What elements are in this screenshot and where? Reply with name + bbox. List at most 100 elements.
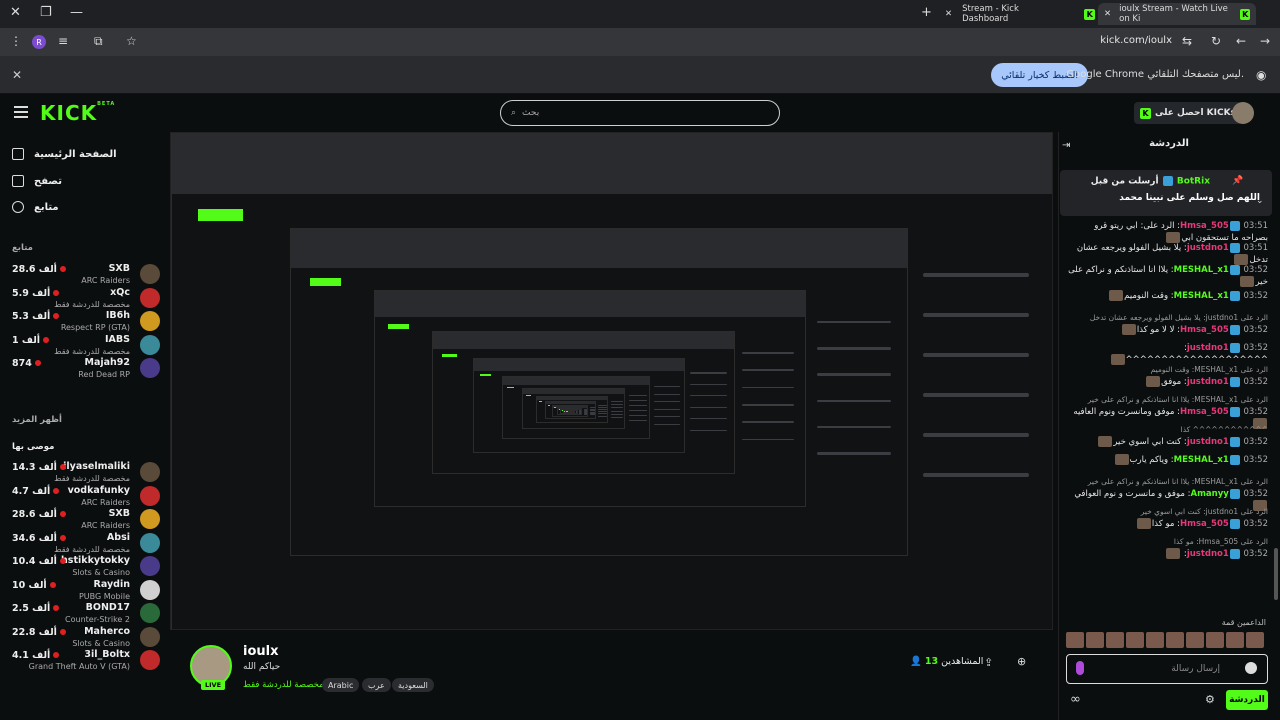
chevron-down-icon[interactable]: ⌄ [1256, 196, 1264, 206]
nested-browser-bar [172, 134, 1052, 194]
nav-browse[interactable]: تصفح [12, 175, 62, 187]
message-user: Hmsa_505 [1180, 519, 1229, 529]
user-badge-icon [1229, 406, 1240, 417]
channel-name: 3il_Boltx [84, 649, 130, 660]
search-input[interactable]: ⌕ بحث [500, 100, 780, 126]
infinity-icon[interactable]: ∞ [1070, 692, 1081, 707]
channel-info [170, 632, 1053, 720]
mic-icon[interactable] [1076, 661, 1084, 675]
chat-message[interactable]: 03:52 MESHAL_x1: وياكم يارب [1068, 454, 1268, 466]
forward-icon[interactable]: ← [1236, 34, 1246, 48]
reload-icon[interactable]: ↻ [1211, 34, 1221, 48]
chat-message[interactable]: 03:51 Hmsa_505: الرد على: ابي ريتو قرو ب… [1068, 220, 1268, 244]
nav-following[interactable]: متابع [12, 201, 59, 213]
channel-viewers: 34.6 ألف [12, 533, 66, 544]
page-scrollbar[interactable] [1274, 548, 1278, 600]
nested-chat-line [610, 413, 624, 415]
tag-arabic[interactable]: Arabic [322, 678, 360, 692]
settings-gear-icon[interactable]: ⚙ [1205, 693, 1215, 706]
message-time: 03:51 [1243, 243, 1269, 253]
back-icon[interactable]: → [1260, 34, 1270, 48]
chat-message[interactable]: 03:52 MESHAL_x1: يلاا انا استاذنكم و نرا… [1068, 264, 1268, 288]
chat-message[interactable]: الرد على Hmsa_505: مو كذا 03:52 justdno1: [1068, 536, 1268, 560]
nested-chat-line [690, 395, 727, 397]
channel-avatar [140, 603, 160, 623]
message-user: MESHAL_x1 [1173, 455, 1229, 465]
close-window-icon[interactable]: ✕ [10, 5, 21, 20]
chat-message[interactable]: الرد على justdno1: يلا بشيل الفولو ويرجع… [1068, 312, 1268, 336]
chat-message[interactable]: 03:52 MESHAL_x1: وقت النوميم [1068, 290, 1268, 302]
message-user: Hmsa_505 [1180, 325, 1229, 335]
emote-icon [1166, 548, 1181, 559]
reply-context: الرد على MESHAL_x1: يلاا انا استاذنكم و … [1087, 477, 1268, 486]
user-badge-icon [1229, 342, 1240, 353]
maximize-window-icon[interactable]: ❐ [40, 5, 52, 20]
emoji-icon[interactable] [1245, 662, 1257, 674]
channel-category: مخصصة للدردشة فقط [54, 544, 130, 554]
channel-viewers: 10.4 ألف [12, 556, 66, 567]
user-badge-icon [1229, 454, 1240, 465]
tab-kick-dashboard[interactable]: ✕ Stream - Kick Dashboard K [945, 3, 1095, 25]
message-text: موفق و مانسرت و نوم العوافي [1074, 489, 1185, 499]
channel-viewers: 22.8 ألف [12, 627, 66, 638]
nav-home[interactable]: الصفحة الرئيسية [12, 148, 117, 160]
profile-avatar[interactable]: R [32, 35, 46, 49]
reading-list-icon[interactable]: ≡ [58, 34, 68, 48]
show-more-link[interactable]: أظهر المزيد [12, 415, 62, 425]
reply-context: ^^^^^^^^^^^^ كذا [1180, 425, 1268, 434]
follow-user-icon[interactable]: ⊕ [1017, 655, 1026, 668]
nested-chat-line [816, 346, 891, 350]
nested-chat-line [610, 410, 624, 412]
tab-close-icon[interactable]: ✕ [945, 9, 952, 19]
streamer-name[interactable]: ioulx [243, 644, 278, 659]
tab-ioulx-stream[interactable]: ✕ ioulx Stream - Watch Live on Ki K [1098, 3, 1256, 25]
chat-send-button[interactable]: الدردشة [1226, 690, 1268, 710]
chat-message[interactable]: 03:52 justdno1: ^^^^^^^^^^^^^^^^^^^^ [1068, 342, 1268, 366]
nested-kick-logo [554, 407, 557, 409]
user-badge-icon [1229, 518, 1240, 529]
user-badge-icon [1229, 376, 1240, 387]
stream-category[interactable]: مخصصة للدردشة فقط [243, 680, 324, 690]
nested-kick-logo [309, 277, 341, 287]
get-kicks-button[interactable]: K احصل على KICKs [1134, 102, 1242, 124]
message-time: 03:52 [1243, 291, 1269, 301]
kick-logo[interactable]: KICKBETA [40, 101, 115, 125]
user-avatar[interactable] [1232, 102, 1254, 124]
user-badge-icon [1229, 436, 1240, 447]
menu-dots-icon[interactable]: ⋮ [10, 34, 22, 48]
share-icon[interactable]: ⇪ [984, 656, 993, 669]
tab-close-icon[interactable]: ✕ [1104, 9, 1111, 19]
message-user: justdno1 [1186, 377, 1229, 387]
tag-saudi[interactable]: السعودية [392, 678, 434, 692]
message-text: لا لا مو كذا [1136, 325, 1175, 335]
site-settings-icon[interactable]: ⇆ [1182, 34, 1192, 48]
new-tab-icon[interactable]: + [921, 5, 932, 20]
pin-icon[interactable]: 📌 [1232, 176, 1243, 186]
nested-kick-logo [442, 353, 458, 358]
channel-category: ARC Raiders [81, 497, 130, 507]
message-time: 03:51 [1243, 221, 1269, 231]
message-text: موفق ومانسرت ونوم العافيه [1073, 407, 1175, 417]
tag-arab[interactable]: عرب [362, 678, 391, 692]
chat-message[interactable]: الرد على MESHAL_x1: وقت النوميم 03:52 jus… [1068, 364, 1268, 388]
close-icon[interactable]: ✕ [12, 68, 22, 82]
bookmark-star-icon[interactable]: ☆ [126, 34, 137, 48]
chat-message[interactable]: الرد على justdno1: كنت ابي اسوي خير 03:52… [1068, 506, 1268, 530]
stream-player[interactable] [170, 132, 1053, 630]
nested-chat-line [598, 409, 608, 411]
sidebar-channel-majah92[interactable]: Majah92 Red Dead RP 874 [10, 356, 160, 384]
chat-input[interactable] [1066, 654, 1268, 684]
channel-avatar [140, 358, 160, 378]
nested-chat-line [742, 351, 795, 354]
heart-icon [12, 201, 24, 213]
sidebar-channel-3il_boltx[interactable]: 3il_Boltx Grand Theft Auto V (GTA) 4.1 ألف [10, 648, 160, 676]
extensions-icon[interactable]: ⧉ [94, 34, 103, 49]
chat-message[interactable]: 03:51 justdno1: يلا بشيل الفولو ويرجعه ع… [1068, 242, 1268, 266]
nested-chat-line [922, 392, 1029, 397]
url-field[interactable]: kick.com/ioulx [1100, 35, 1172, 46]
nested-kick-logo [387, 323, 410, 330]
reply-context: الرد على justdno1: كنت ابي اسوي خير [1140, 507, 1268, 516]
menu-icon[interactable] [14, 106, 28, 118]
chat-message[interactable]: ^^^^^^^^^^^^ كذا 03:52 justdno1: كنت ابي … [1068, 424, 1268, 448]
minimize-window-icon[interactable]: — [70, 5, 83, 20]
